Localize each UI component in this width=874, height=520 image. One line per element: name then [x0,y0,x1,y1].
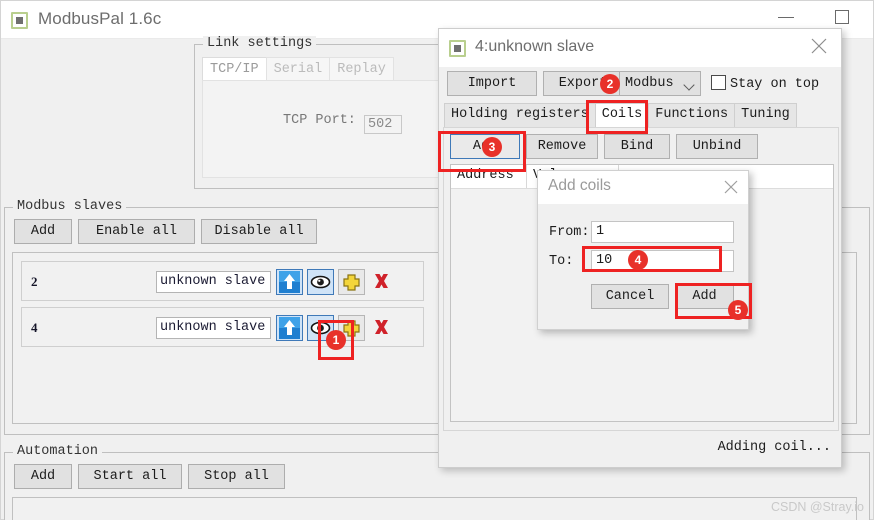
slave-id: 2 [31,274,38,289]
export-button[interactable]: Export [543,71,623,96]
slave-enable-button[interactable] [276,315,303,341]
watermark: CSDN @Stray.io [770,500,864,514]
chevron-down-icon [683,79,695,91]
app-icon [11,12,28,29]
slave-dialog-tabs: Holding registers Coils Functions Tuning [444,103,797,127]
add-coils-from-input[interactable]: 1 [591,221,734,243]
slave-dialog-icon [449,40,466,57]
slaves-enable-all-button[interactable]: Enable all [78,219,195,244]
slave-dialog-export-format-combo[interactable]: Modbus [619,71,701,96]
coils-bind-button[interactable]: Bind [604,134,670,159]
eye-icon [310,321,331,335]
slaves-add-button[interactable]: Add [14,219,72,244]
automation-add-button[interactable]: Add [14,464,72,489]
table-row[interactable]: 4 unknown slave [21,307,424,347]
tcp-port-label: TCP Port: [283,113,356,128]
close-icon [724,180,738,194]
slave-dialog-toolbar: Import Export Modbus Stay on top [439,67,841,101]
eye-icon [310,275,331,289]
slave-dialog-titlebar: 4:unknown slave [439,29,841,67]
link-settings-tabs: TCP/IP Serial Replay [202,57,394,81]
automation-list [12,497,857,520]
column-header-address[interactable]: Address [451,165,527,188]
maximize-button[interactable] [819,1,865,31]
slave-delete-button[interactable] [369,269,396,295]
stay-on-top-label: Stay on top [730,77,820,92]
add-icon [343,274,360,291]
slave-enable-button[interactable] [276,269,303,295]
coils-unbind-button[interactable]: Unbind [676,134,758,159]
stay-on-top-checkbox[interactable] [711,75,726,90]
slave-add-value-button[interactable] [338,269,365,295]
minimize-button[interactable] [763,1,809,31]
slave-add-value-button[interactable] [338,315,365,341]
tcp-port-row: TCP Port: 502 [283,113,403,134]
tab-tuning[interactable]: Tuning [734,103,797,127]
stay-on-top-control[interactable]: Stay on top [711,75,819,92]
slave-id: 4 [31,320,38,335]
slave-delete-button[interactable] [369,315,396,341]
automation-stop-all-button[interactable]: Stop all [188,464,285,489]
up-arrow-icon [279,271,300,293]
delete-icon [375,274,388,288]
add-coils-to-input[interactable]: 10 [591,250,734,272]
coils-add-button[interactable]: Add [450,134,520,159]
tab-coils[interactable]: Coils [594,103,650,127]
add-coils-cancel-button[interactable]: Cancel [591,284,669,309]
slave-name-input[interactable]: unknown slave [156,317,271,339]
delete-icon [375,320,388,334]
tab-serial[interactable]: Serial [265,57,331,81]
link-settings-title: Link settings [203,36,317,51]
close-icon [811,38,827,54]
maximize-icon [835,10,849,24]
automation-title: Automation [13,444,103,459]
tcp-port-input[interactable]: 502 [364,115,403,134]
tab-holding-registers[interactable]: Holding registers [444,103,596,127]
slave-row-1-eye-button[interactable] [307,315,334,341]
slave-dialog-title: 4:unknown slave [475,38,595,55]
add-coils-close-button[interactable] [716,173,746,201]
add-coils-from-label: From: [549,225,590,240]
slave-name-input[interactable]: unknown slave [156,271,271,293]
tab-functions[interactable]: Functions [648,103,736,127]
tab-tcpip[interactable]: TCP/IP [202,57,267,81]
coils-remove-button[interactable]: Remove [526,134,598,159]
add-coils-to-label: To: [549,254,574,269]
slaves-disable-all-button[interactable]: Disable all [201,219,317,244]
add-coils-dialog: Add coils From: 1 To: 10 Cancel Add [537,170,749,330]
automation-start-all-button[interactable]: Start all [78,464,182,489]
add-coils-titlebar: Add coils [538,171,748,204]
table-row[interactable]: 2 unknown slave [21,261,424,301]
slave-show-button[interactable] [307,269,334,295]
modbus-slaves-title: Modbus slaves [13,199,127,214]
main-window-title: ModbusPal 1.6c [38,9,162,28]
add-icon [343,320,360,337]
slave-dialog-close-button[interactable] [797,29,841,61]
add-coils-title: Add coils [548,177,611,194]
import-button[interactable]: Import [447,71,537,96]
tab-replay[interactable]: Replay [329,57,394,81]
minimize-icon [778,17,794,18]
add-coils-add-button[interactable]: Add [675,284,734,309]
up-arrow-icon [279,317,300,339]
export-format-value: Modbus [625,76,674,91]
slave-dialog-status: Adding coil... [717,440,831,455]
